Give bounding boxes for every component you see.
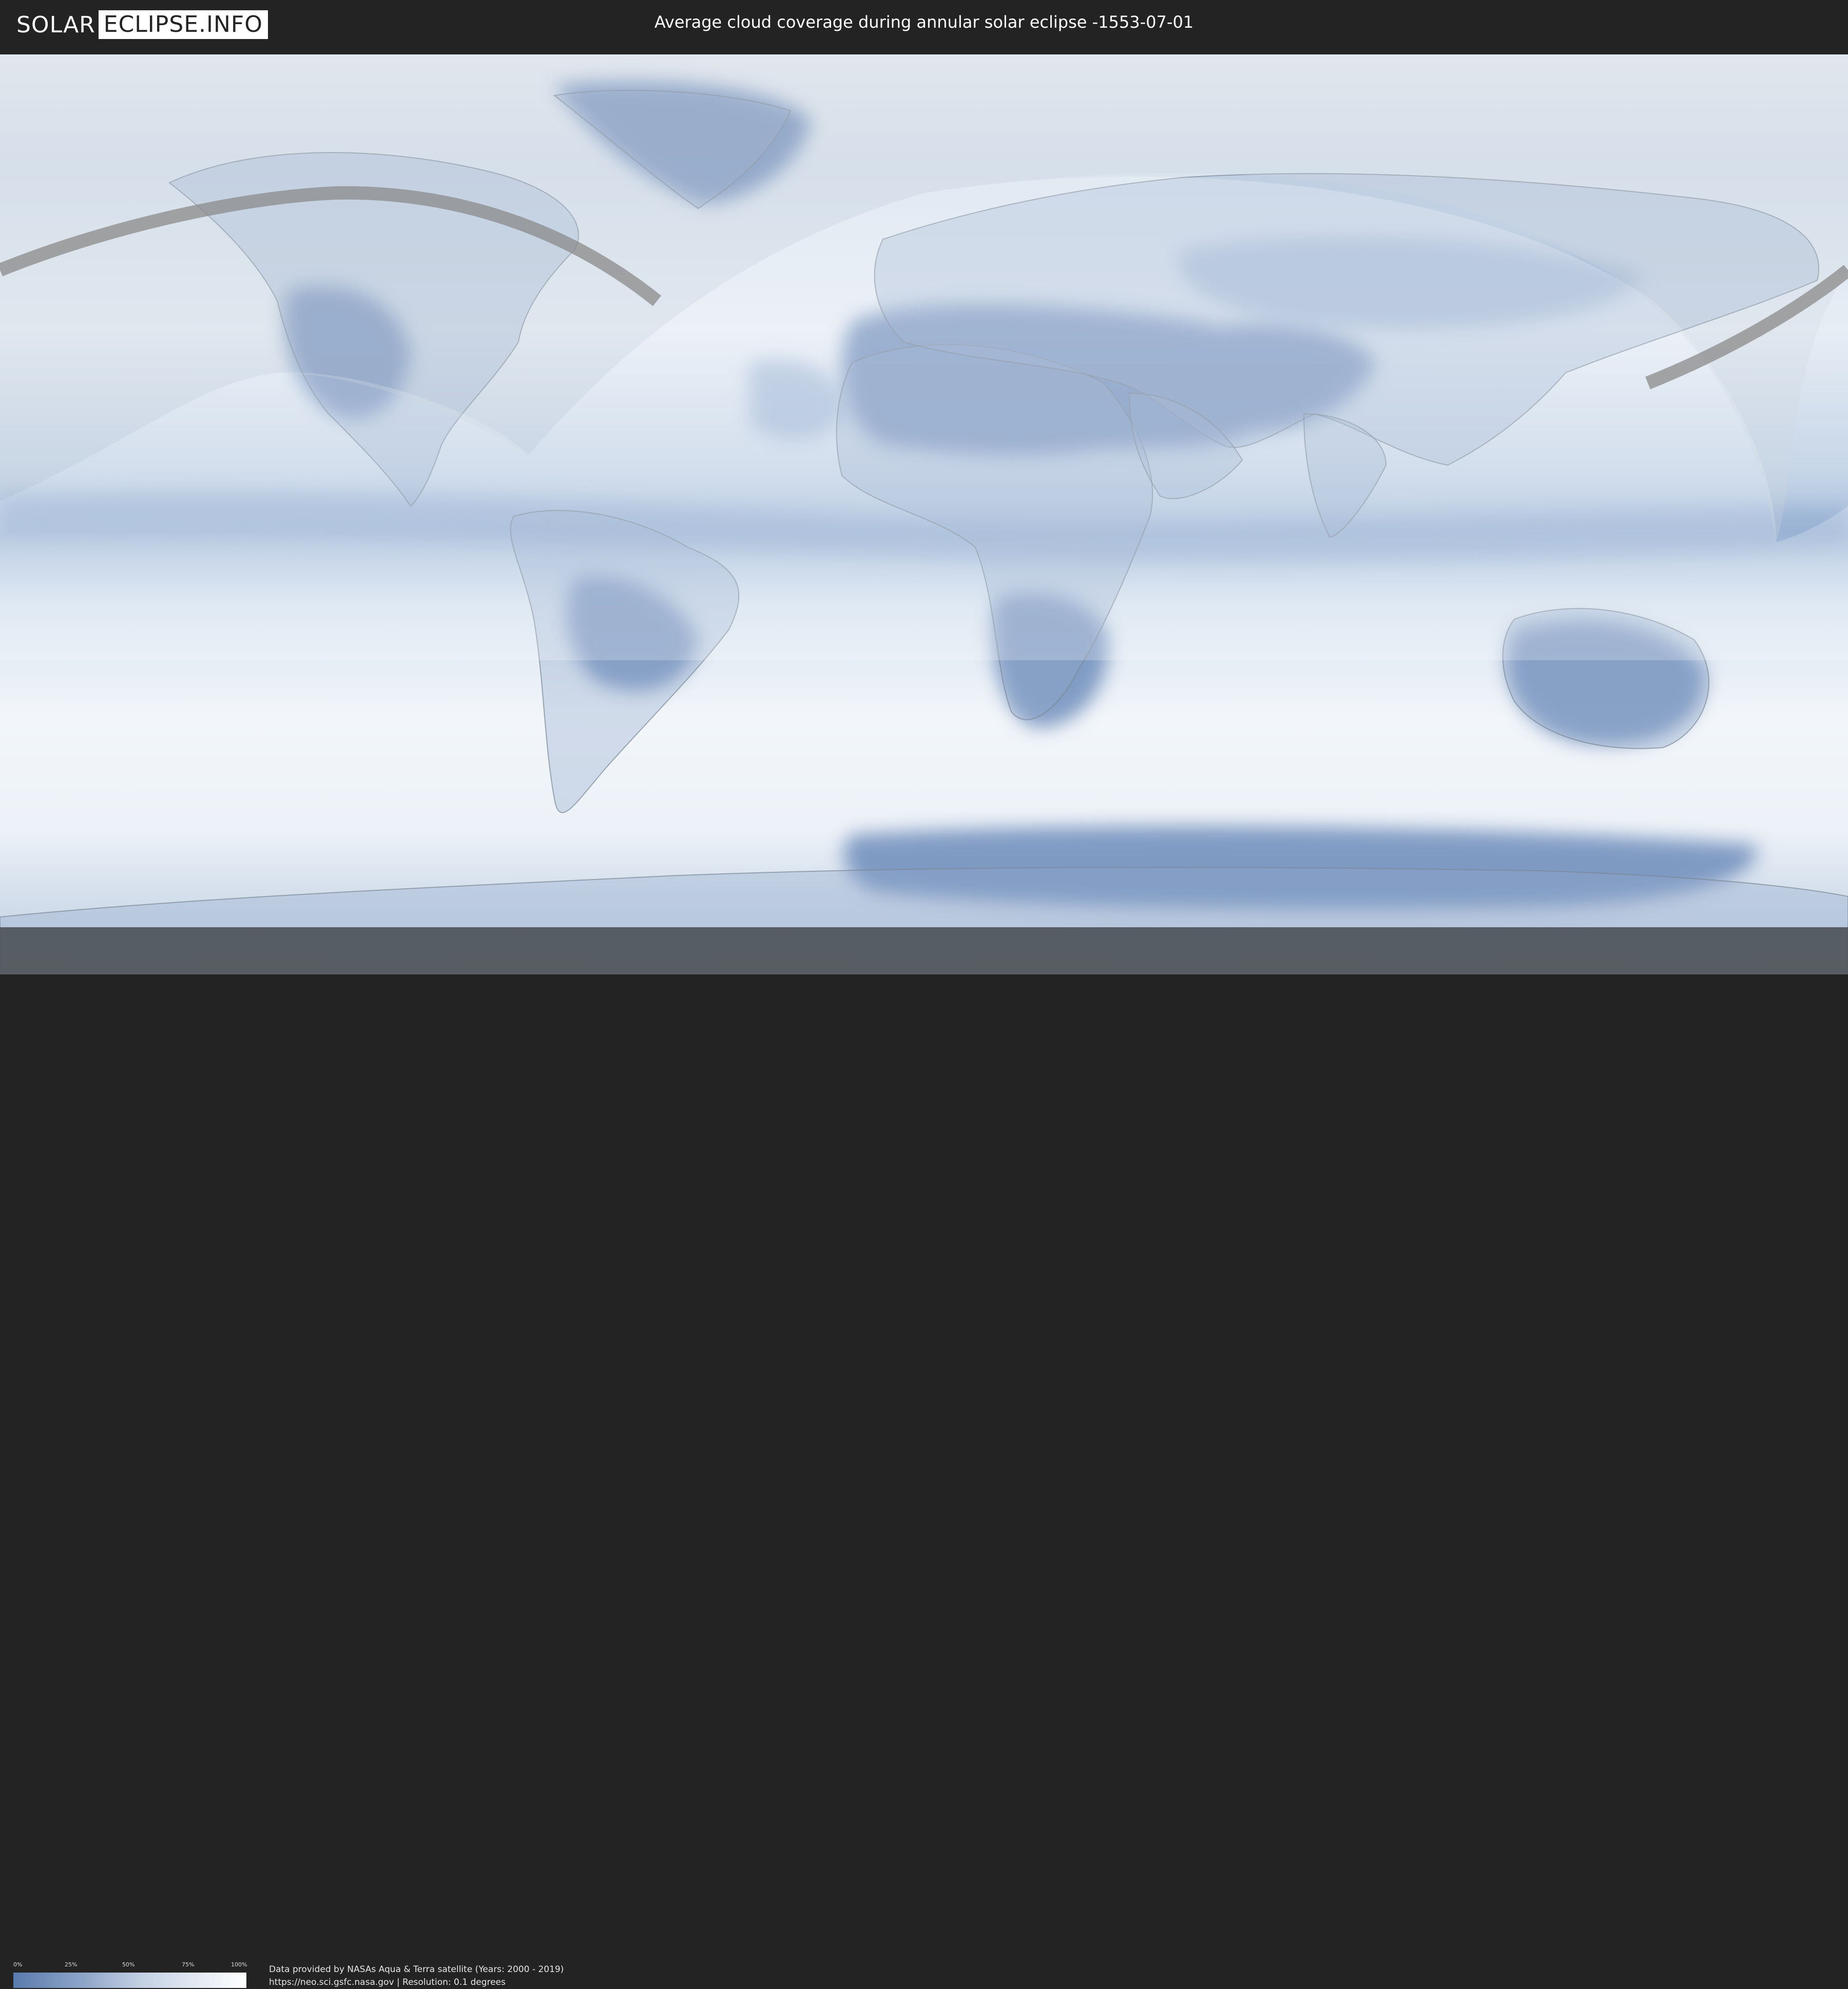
legend-tick-25: 25% (65, 1961, 78, 1968)
credit-line-2: https://neo.sci.gsfc.nasa.gov | Resoluti… (269, 1977, 506, 1987)
legend-tick-75: 75% (182, 1961, 195, 1968)
no-data-band (0, 927, 1848, 974)
legend-tick-labels: 0% 25% 50% 75% 100% (13, 1961, 247, 1968)
legend-tick-100: 100% (231, 1961, 247, 1968)
credit-line-1: Data provided by NASAs Aqua & Terra sate… (269, 1964, 564, 1975)
cloud-coverage-map (0, 54, 1848, 974)
legend-tick-0: 0% (13, 1961, 23, 1968)
footer-bar: 0% 25% 50% 75% 100% Data provided by NAS… (0, 974, 1848, 1988)
data-credit: Data provided by NASAs Aqua & Terra sate… (269, 1963, 564, 1989)
legend-tick-50: 50% (122, 1961, 135, 1968)
page-title: Average cloud coverage during annular so… (654, 12, 1194, 32)
header-bar: SOLAR ECLIPSE.INFO Average cloud coverag… (0, 0, 1848, 51)
legend-color-bar (13, 1973, 246, 1988)
